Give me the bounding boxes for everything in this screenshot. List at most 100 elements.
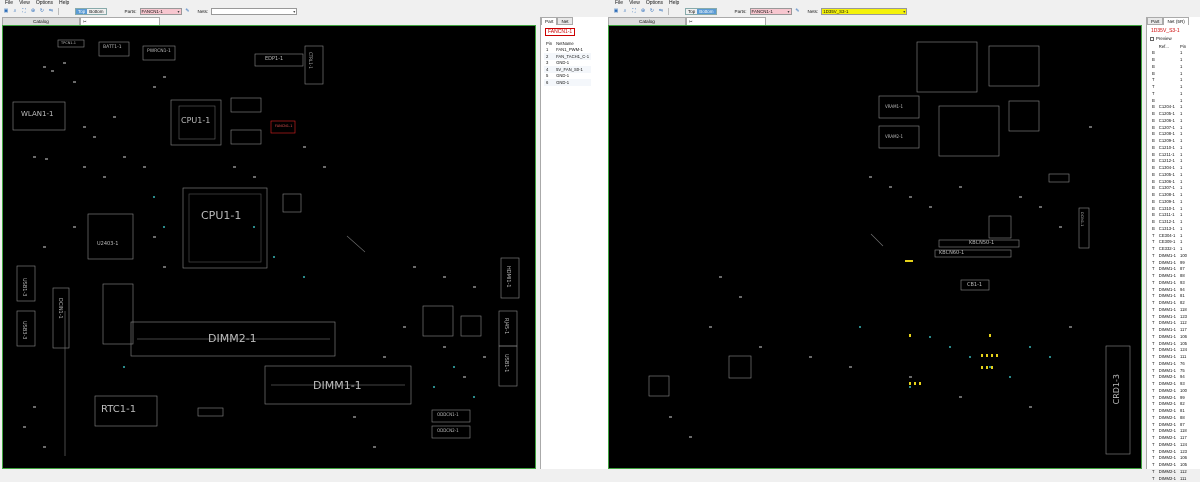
- table-row[interactable]: B1: [1150, 70, 1189, 77]
- fit-icon[interactable]: ⛶: [631, 8, 637, 14]
- table-row[interactable]: T DIMM1-1 99: [1150, 259, 1189, 266]
- table-row[interactable]: T1: [1150, 77, 1189, 84]
- tab-part[interactable]: Part: [1147, 17, 1164, 25]
- table-row[interactable]: B C1313-1 1: [1150, 225, 1189, 232]
- table-row[interactable]: T DIMM2-1 99: [1150, 394, 1189, 401]
- table-row[interactable]: B1: [1150, 56, 1189, 63]
- rotate-icon[interactable]: ↻: [39, 8, 45, 14]
- zoom-in-icon[interactable]: ⊕: [30, 8, 36, 14]
- tab-net[interactable]: Net (5R): [1163, 17, 1189, 25]
- table-row[interactable]: T CE304-1 1: [1150, 232, 1189, 239]
- catalog-search-input[interactable]: ✂: [79, 17, 160, 25]
- table-row[interactable]: T DIMM1-1 100: [1150, 252, 1189, 259]
- preview-checkbox[interactable]: [1150, 36, 1154, 41]
- table-row[interactable]: B C1304-1 1: [1150, 164, 1189, 171]
- table-row[interactable]: T DIMM1-1 111: [1150, 353, 1189, 360]
- table-row[interactable]: T DIMM1-1 124: [1150, 347, 1189, 354]
- table-row[interactable]: 6 GND-1: [544, 79, 592, 86]
- pin-icon[interactable]: ✎: [185, 8, 191, 14]
- table-row[interactable]: B C1211-1 1: [1150, 151, 1189, 158]
- table-row[interactable]: T1: [1150, 90, 1189, 97]
- tab-catalog[interactable]: Catalog: [2, 17, 80, 25]
- board-view-bottom[interactable]: CRD1-3 KBCN50-1 KBCN60-1 CB1-1 VRAM1-1 V…: [608, 25, 1142, 469]
- table-row[interactable]: T DIMM1-1 112: [1150, 320, 1189, 327]
- top-side-button[interactable]: Top: [686, 9, 697, 14]
- nets-input[interactable]: ▾: [211, 7, 298, 15]
- nets-input[interactable]: 1D35V_S3-1 ▾: [821, 7, 908, 15]
- table-row[interactable]: T DIMM1-1 93: [1150, 279, 1189, 286]
- table-row[interactable]: T DIMM2-1 118: [1150, 428, 1189, 435]
- open-icon[interactable]: ▣: [613, 8, 619, 14]
- search-icon[interactable]: ⌕: [622, 8, 628, 14]
- parts-input[interactable]: FANCN1-1 ▾: [749, 7, 792, 15]
- top-side-button[interactable]: Top: [76, 8, 88, 14]
- table-row[interactable]: T DIMM2-1 105: [1150, 461, 1189, 468]
- tab-catalog[interactable]: Catalog: [608, 17, 686, 25]
- pin-icon[interactable]: ✎: [795, 8, 801, 14]
- table-row[interactable]: B C1305-1 1: [1150, 171, 1189, 178]
- rotate-icon[interactable]: ↻: [649, 8, 655, 14]
- table-row[interactable]: B C1206-1 1: [1150, 117, 1189, 124]
- table-row[interactable]: B C1212-1 1: [1150, 158, 1189, 165]
- search-icon[interactable]: ⌕: [12, 8, 18, 14]
- table-row[interactable]: B C1307-1 1: [1150, 185, 1189, 192]
- table-row[interactable]: T DIMM2-1 117: [1150, 434, 1189, 441]
- table-row[interactable]: B C1312-1 1: [1150, 218, 1189, 225]
- chevron-down-icon[interactable]: ▾: [903, 9, 905, 14]
- table-row[interactable]: T1: [1150, 83, 1189, 90]
- zoom-in-icon[interactable]: ⊕: [640, 8, 646, 14]
- chevron-down-icon[interactable]: ▾: [788, 9, 790, 14]
- table-row[interactable]: T DIMM1-1 105: [1150, 340, 1189, 347]
- table-row[interactable]: B C1205-1 1: [1150, 110, 1189, 117]
- table-row[interactable]: T DIMM1-1 82: [1150, 299, 1189, 306]
- table-row[interactable]: T DIMM1-1 118: [1150, 306, 1189, 313]
- table-row[interactable]: T DIMM2-1 93: [1150, 380, 1189, 387]
- table-row[interactable]: T DIMM1-1 94: [1150, 286, 1189, 293]
- table-row[interactable]: T DIMM2-1 94: [1150, 374, 1189, 381]
- flip-icon[interactable]: ⇋: [48, 8, 54, 14]
- table-row[interactable]: B C1207-1 1: [1150, 124, 1189, 131]
- tab-net[interactable]: Net: [557, 17, 573, 25]
- table-row[interactable]: B C1308-1 1: [1150, 191, 1189, 198]
- bottom-side-button[interactable]: Bottom: [697, 8, 716, 14]
- table-row[interactable]: B C1310-1 1: [1150, 205, 1189, 212]
- flip-icon[interactable]: ⇋: [658, 8, 664, 14]
- chevron-down-icon[interactable]: ▾: [293, 9, 295, 14]
- tab-part[interactable]: Part: [541, 17, 558, 25]
- table-row[interactable]: T DIMM1-1 117: [1150, 326, 1189, 333]
- table-row[interactable]: B C1208-1 1: [1150, 131, 1189, 138]
- table-row[interactable]: T DIMM1-1 76: [1150, 360, 1189, 367]
- catalog-search-input[interactable]: ✂: [685, 17, 766, 25]
- table-row[interactable]: T CE309-1 1: [1150, 239, 1189, 246]
- table-row[interactable]: T DIMM2-1 88: [1150, 414, 1189, 421]
- table-row[interactable]: B1: [1150, 97, 1189, 104]
- table-row[interactable]: B C1204-1 1: [1150, 104, 1189, 111]
- table-row[interactable]: T DIMM1-1 88: [1150, 272, 1189, 279]
- table-row[interactable]: T DIMM2-1 106: [1150, 455, 1189, 462]
- table-row[interactable]: T DIMM2-1 111: [1150, 475, 1189, 482]
- table-row[interactable]: T DIMM1-1 75: [1150, 367, 1189, 374]
- table-row[interactable]: B C1210-1 1: [1150, 144, 1189, 151]
- table-row[interactable]: T DIMM2-1 112: [1150, 468, 1189, 475]
- board-view-top[interactable]: CPU1-1 CPU1-1 WLAN1-1 DIMM2-1 DIMM1-1 RT…: [2, 25, 536, 469]
- table-row[interactable]: B C1311-1 1: [1150, 212, 1189, 219]
- table-row[interactable]: B C1209-1 1: [1150, 137, 1189, 144]
- table-row[interactable]: B1: [1150, 63, 1189, 70]
- parts-input[interactable]: FANCN1-1 ▾: [139, 7, 182, 15]
- table-row[interactable]: T CE332-1 1: [1150, 245, 1189, 252]
- open-icon[interactable]: ▣: [3, 8, 9, 14]
- table-row[interactable]: B C1306-1 1: [1150, 178, 1189, 185]
- table-row[interactable]: B C1309-1 1: [1150, 198, 1189, 205]
- table-row[interactable]: T DIMM2-1 100: [1150, 387, 1189, 394]
- chevron-down-icon[interactable]: ▾: [178, 9, 180, 14]
- table-row[interactable]: T DIMM1-1 81: [1150, 293, 1189, 300]
- table-row[interactable]: T DIMM2-1 81: [1150, 407, 1189, 414]
- table-row[interactable]: T DIMM1-1 87: [1150, 266, 1189, 273]
- table-row[interactable]: B1: [1150, 50, 1189, 57]
- table-row[interactable]: T DIMM2-1 87: [1150, 421, 1189, 428]
- table-row[interactable]: T DIMM1-1 106: [1150, 333, 1189, 340]
- bottom-side-button[interactable]: Bottom: [87, 9, 105, 14]
- table-row[interactable]: T DIMM2-1 123: [1150, 448, 1189, 455]
- fit-icon[interactable]: ⛶: [21, 8, 27, 14]
- table-row[interactable]: T DIMM1-1 123: [1150, 313, 1189, 320]
